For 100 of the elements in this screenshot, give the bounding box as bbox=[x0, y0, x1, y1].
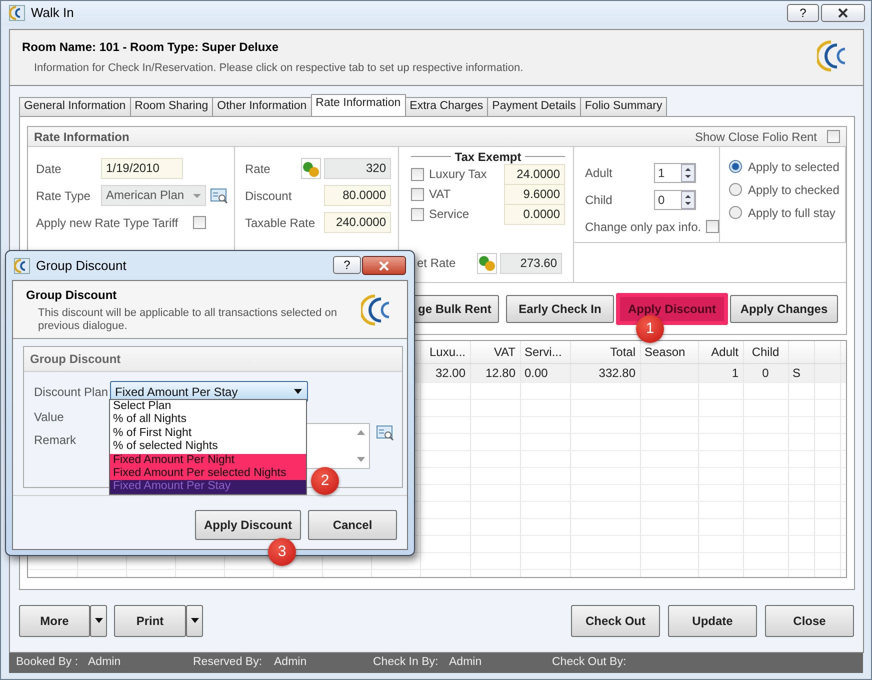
table-cell: S bbox=[792, 366, 801, 380]
dropdown-option[interactable]: Select Plan bbox=[110, 400, 306, 414]
checkbox-label: Change only pax info. bbox=[585, 218, 702, 236]
close-button[interactable] bbox=[821, 4, 865, 22]
tab[interactable]: Payment Details bbox=[487, 96, 581, 116]
caret-icon bbox=[190, 617, 200, 624]
tab[interactable]: Other Information bbox=[212, 96, 312, 116]
remark-field[interactable] bbox=[304, 423, 370, 469]
checkbox[interactable] bbox=[706, 220, 719, 234]
toolbar-button[interactable]: More bbox=[19, 604, 90, 637]
toolbar-button[interactable]: Print bbox=[114, 604, 186, 637]
dropdown-button[interactable] bbox=[90, 604, 107, 637]
table-cell: 32.00 bbox=[435, 366, 466, 380]
radio-button[interactable] bbox=[729, 183, 742, 196]
tab[interactable]: Folio Summary bbox=[580, 96, 668, 116]
dialog-button[interactable]: Apply Discount bbox=[195, 510, 301, 540]
close-icon bbox=[378, 260, 390, 272]
status-value: Admin bbox=[274, 655, 307, 670]
dialog-title: Group Discount bbox=[36, 256, 126, 275]
status-label: Booked By : bbox=[16, 655, 80, 670]
amount-field[interactable]: 0.0000 bbox=[504, 204, 565, 225]
dialog-header-title: Group Discount bbox=[26, 287, 118, 304]
caret-icon bbox=[94, 617, 104, 624]
checkbox-label: Show Close Folio Rent bbox=[694, 128, 817, 146]
checkbox-label: Luxury Tax bbox=[429, 166, 488, 184]
checkbox[interactable] bbox=[193, 216, 206, 230]
tab[interactable]: General Information bbox=[19, 96, 131, 116]
checkbox[interactable] bbox=[411, 168, 424, 181]
amount-field[interactable]: 80.0000 bbox=[324, 185, 391, 206]
amount-field[interactable]: 24.0000 bbox=[504, 164, 565, 185]
coins-icon[interactable] bbox=[478, 254, 496, 272]
field-label: Discount bbox=[245, 188, 293, 205]
lookup-icon[interactable] bbox=[376, 424, 394, 442]
spin-arrows-icon bbox=[681, 190, 695, 209]
tab[interactable]: Room Sharing bbox=[130, 96, 214, 116]
status-label: Check In By: bbox=[373, 655, 440, 670]
help-button[interactable]: ? bbox=[333, 256, 361, 274]
table-cell: 332.80 bbox=[598, 366, 636, 380]
header-description: Information for Check In/Reservation. Please click on respective tab to set up respective information. bbox=[34, 60, 524, 76]
field-label: Rate Type bbox=[36, 188, 92, 205]
close-icon bbox=[837, 6, 849, 19]
action-button[interactable]: Apply Changes bbox=[730, 294, 838, 323]
spin-arrows-icon bbox=[681, 164, 695, 182]
field-label: Adult bbox=[585, 164, 614, 182]
toolbar-button[interactable]: Check Out bbox=[571, 604, 660, 637]
radio-button[interactable] bbox=[729, 206, 742, 220]
tab[interactable]: Extra Charges bbox=[404, 96, 488, 116]
scroll-down-icon bbox=[357, 457, 365, 462]
lookup-icon[interactable] bbox=[210, 186, 228, 205]
amount-field[interactable]: 240.0000 bbox=[324, 212, 391, 234]
action-button[interactable]: Early Check In bbox=[506, 294, 614, 323]
table-cell: 0.00 bbox=[524, 366, 548, 380]
dropdown-option[interactable]: Fixed Amount Per Night bbox=[110, 454, 306, 467]
date-field[interactable]: 1/19/2010 bbox=[101, 158, 183, 180]
field-label: Value bbox=[34, 409, 64, 426]
rate-type-select[interactable]: American Plan bbox=[101, 185, 206, 206]
dropdown-option[interactable]: % of selected Nights bbox=[110, 440, 306, 454]
field-label: Remark bbox=[34, 432, 76, 449]
status-label: Reserved By: bbox=[193, 655, 264, 670]
amount-field[interactable]: 273.60 bbox=[500, 252, 562, 274]
dropdown-option[interactable]: % of all Nights bbox=[110, 413, 306, 427]
field-label: Taxable Rate bbox=[245, 214, 316, 232]
amount-field[interactable]: 9.6000 bbox=[504, 184, 565, 205]
app-icon bbox=[9, 4, 25, 21]
checkbox-label: Apply new Rate Type Tariff bbox=[36, 214, 180, 232]
scroll-up-icon bbox=[357, 430, 365, 435]
number-spinner[interactable]: 0 bbox=[654, 190, 696, 210]
table-cell: 1 bbox=[732, 366, 738, 380]
checkbox[interactable] bbox=[827, 130, 840, 144]
radio-label: Apply to checked bbox=[748, 182, 840, 199]
toolbar-button[interactable]: Update bbox=[668, 604, 757, 637]
coins-icon[interactable] bbox=[302, 160, 320, 178]
toolbar-button[interactable]: Close bbox=[765, 604, 854, 637]
caret-icon bbox=[193, 194, 201, 198]
window-title: Walk In bbox=[31, 4, 74, 22]
radio-label: Apply to selected bbox=[748, 158, 840, 176]
field-label: Rate bbox=[245, 160, 272, 178]
checkbox-label: VAT bbox=[429, 186, 452, 204]
help-button[interactable]: ? bbox=[787, 4, 819, 22]
field-label: Child bbox=[585, 192, 614, 209]
group-title: Group Discount bbox=[24, 347, 402, 372]
number-spinner[interactable]: 1 bbox=[654, 162, 696, 183]
dialog-button[interactable]: Cancel bbox=[308, 510, 397, 540]
table-cell: 0 bbox=[762, 366, 769, 380]
checkbox[interactable] bbox=[411, 188, 424, 201]
checkbox-label: Service bbox=[429, 206, 470, 224]
close-button[interactable] bbox=[362, 256, 406, 275]
dropdown-option[interactable]: % of First Night bbox=[110, 426, 306, 440]
field-label: Discount Plan bbox=[34, 384, 110, 400]
app-icon bbox=[14, 258, 30, 274]
panel-title: Rate Information bbox=[34, 128, 130, 146]
checkbox[interactable] bbox=[411, 208, 424, 221]
room-title: Room Name: 101 - Room Type: Super Deluxe bbox=[22, 38, 280, 56]
tab[interactable]: Rate Information bbox=[310, 94, 406, 116]
dropdown-button[interactable] bbox=[186, 604, 203, 637]
status-label: Check Out By: bbox=[552, 655, 628, 670]
dropdown-option[interactable]: Fixed Amount Per selected Nights bbox=[110, 466, 306, 480]
amount-field[interactable]: 320 bbox=[324, 158, 391, 180]
table-cell: 12.80 bbox=[485, 366, 516, 380]
radio-button[interactable] bbox=[729, 160, 742, 174]
